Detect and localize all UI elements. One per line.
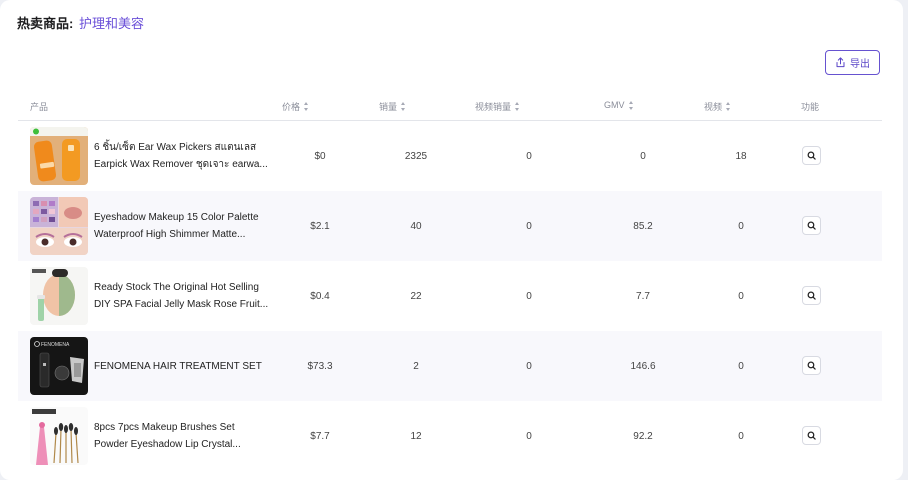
price-cell: $7.7: [310, 430, 330, 442]
column-header-price[interactable]: 价格: [282, 100, 309, 113]
detail-button[interactable]: [802, 146, 821, 165]
sort-icon[interactable]: [726, 102, 731, 111]
column-label: 价格: [282, 102, 301, 112]
section-title-label: 热卖商品:: [17, 16, 74, 31]
sales-cell: 2: [413, 360, 419, 372]
column-header-sales[interactable]: 销量: [379, 100, 406, 113]
gmv-cell: 92.2: [633, 430, 653, 442]
product-thumbnail[interactable]: [30, 407, 88, 465]
column-label: 视频销量: [475, 102, 512, 112]
product-name-text: 8pcs 7pcs Makeup Brushes Set Powder Eyes…: [94, 422, 241, 450]
sort-icon[interactable]: [515, 102, 520, 111]
column-header-videos[interactable]: 视频: [704, 100, 731, 113]
table-row[interactable]: Ready Stock The Original Hot Selling DIY…: [18, 261, 882, 331]
videos-cell: 18: [735, 150, 747, 162]
export-label: 导出: [850, 59, 870, 70]
sort-icon[interactable]: [304, 102, 309, 111]
hot-products-card: 热卖商品: 护理和美容 导出 产品 价格 销量 视频销量 GMV 视频 功能 6…: [0, 0, 903, 480]
sales-cell: 2325: [404, 150, 428, 162]
column-label: GMV: [604, 100, 625, 110]
price-cell: $2.1: [310, 220, 330, 232]
search-icon: [807, 291, 816, 300]
search-icon: [807, 431, 816, 440]
product-name-text: FENOMENA HAIR TREATMENT SET: [94, 360, 262, 372]
detail-button[interactable]: [802, 426, 821, 445]
product-thumbnail[interactable]: [30, 267, 88, 325]
gmv-cell: 85.2: [633, 220, 653, 232]
product-thumbnail[interactable]: [30, 197, 88, 255]
search-icon: [807, 361, 816, 370]
video-sales-cell: 0: [526, 220, 532, 232]
table-row[interactable]: 6 ชิ้น/เซ็ต Ear Wax Pickers สแตนเลส Earp…: [18, 121, 882, 191]
category-name: 护理和美容: [78, 16, 144, 31]
product-name[interactable]: 6 ชิ้น/เซ็ต Ear Wax Pickers สแตนเลส Earp…: [94, 121, 269, 191]
video-sales-cell: 0: [526, 150, 532, 162]
export-button[interactable]: 导出: [825, 50, 880, 75]
sort-icon[interactable]: [401, 102, 406, 111]
table-row[interactable]: Eyeshadow Makeup 15 Color Palette Waterp…: [18, 191, 882, 261]
price-cell: $0: [314, 150, 326, 162]
video-sales-cell: 0: [526, 360, 532, 372]
column-label: 视频: [704, 102, 723, 112]
product-thumbnail[interactable]: FENOMENA: [30, 337, 88, 395]
column-header-video-sales[interactable]: 视频销量: [475, 100, 520, 113]
gmv-cell: 146.6: [630, 360, 656, 372]
product-name[interactable]: Eyeshadow Makeup 15 Color Palette Waterp…: [94, 191, 269, 261]
product-name-text: Eyeshadow Makeup 15 Color Palette Waterp…: [94, 212, 259, 240]
product-name-text: Ready Stock The Original Hot Selling DIY…: [94, 282, 269, 310]
section-title: 热卖商品: 护理和美容: [17, 13, 144, 32]
search-icon: [807, 221, 816, 230]
column-label: 功能: [801, 102, 820, 112]
product-thumbnail[interactable]: [30, 127, 88, 185]
table-row[interactable]: 8pcs 7pcs Makeup Brushes Set Powder Eyes…: [18, 401, 882, 471]
search-icon: [807, 151, 816, 160]
table-row[interactable]: FENOMENA FENOMENA HAIR TREATMENT SET $73…: [18, 331, 882, 401]
detail-button[interactable]: [802, 356, 821, 375]
product-name-text: 6 ชิ้น/เซ็ต Ear Wax Pickers สแตนเลส Earp…: [94, 142, 268, 170]
column-header-actions: 功能: [801, 100, 819, 113]
product-name[interactable]: FENOMENA HAIR TREATMENT SET: [94, 331, 269, 401]
column-label: 产品: [30, 102, 49, 112]
sales-cell: 22: [410, 290, 422, 302]
videos-cell: 0: [738, 430, 744, 442]
detail-button[interactable]: [802, 286, 821, 305]
column-header-product: 产品: [30, 100, 48, 113]
product-name[interactable]: Ready Stock The Original Hot Selling DIY…: [94, 261, 269, 331]
detail-button[interactable]: [802, 216, 821, 235]
video-sales-cell: 0: [526, 290, 532, 302]
videos-cell: 0: [738, 220, 744, 232]
price-cell: $73.3: [307, 360, 333, 372]
video-sales-cell: 0: [526, 430, 532, 442]
export-icon: [835, 57, 846, 68]
price-cell: $0.4: [310, 290, 330, 302]
videos-cell: 0: [738, 360, 744, 372]
thumbnail-brand-text: FENOMENA: [41, 342, 70, 348]
sales-cell: 40: [410, 220, 422, 232]
videos-cell: 0: [738, 290, 744, 302]
gmv-cell: 7.7: [636, 290, 650, 302]
column-header-gmv[interactable]: GMV: [604, 100, 634, 110]
product-name[interactable]: 8pcs 7pcs Makeup Brushes Set Powder Eyes…: [94, 401, 269, 471]
sales-cell: 12: [410, 430, 422, 442]
gmv-cell: 0: [640, 150, 646, 162]
sort-icon[interactable]: [628, 100, 634, 110]
table-header: 产品 价格 销量 视频销量 GMV 视频 功能: [18, 96, 882, 121]
column-label: 销量: [379, 102, 398, 112]
